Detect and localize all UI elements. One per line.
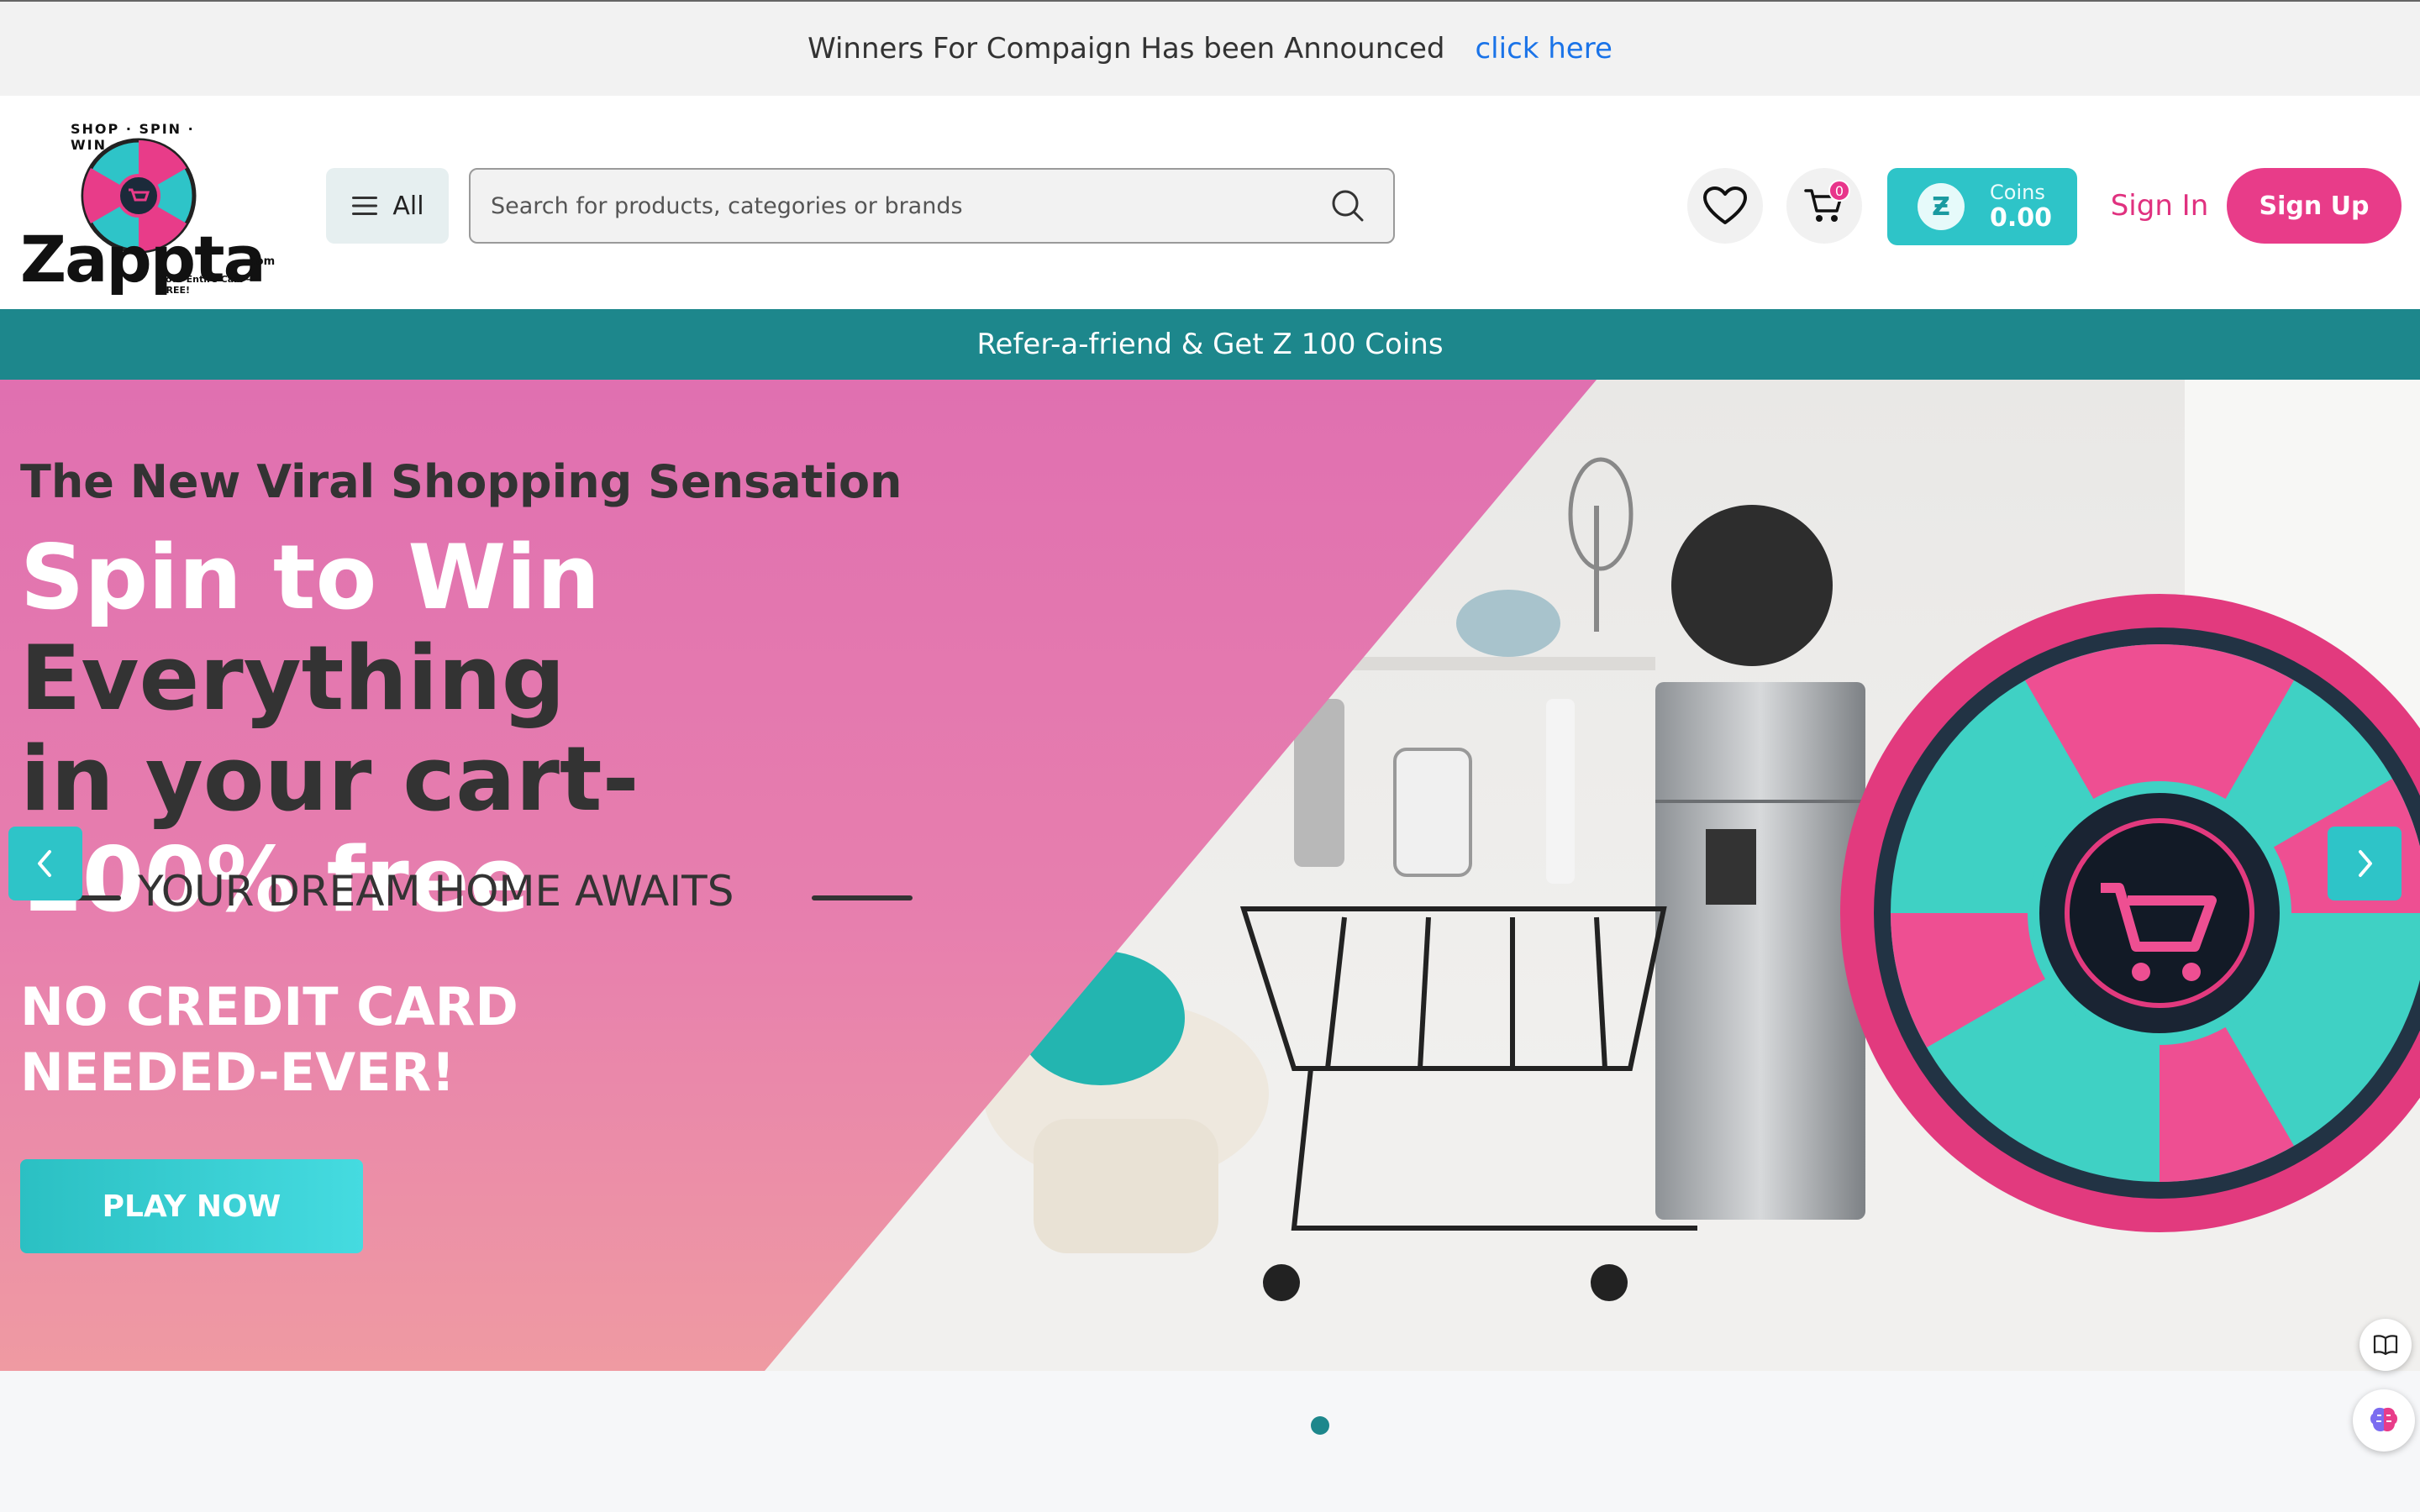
- chevron-left-icon: [38, 850, 51, 877]
- announcement-message: Winners For Compaign Has been Announced: [808, 32, 1445, 66]
- coins-label: Coins: [1990, 181, 2045, 205]
- carousel-dot-active[interactable]: [1311, 1416, 1329, 1435]
- announcement-link[interactable]: click here: [1475, 32, 1612, 66]
- chevron-right-icon: [2359, 850, 2372, 877]
- announcement-bar: Winners For Compaign Has been Announced …: [0, 0, 2420, 96]
- hero-dream-text: YOUR DREAM HOME AWAITS: [138, 867, 734, 916]
- search-button[interactable]: [1323, 181, 1373, 231]
- divider: [812, 895, 913, 900]
- hero-carousel: The New Viral Shopping Sensation Spin to…: [0, 380, 2420, 1371]
- sign-up-button[interactable]: Sign Up: [2227, 168, 2402, 244]
- refer-banner[interactable]: Refer-a-friend & Get Z 100 Coins: [0, 309, 2420, 380]
- book-icon: [2373, 1335, 2398, 1356]
- hero-headline-part2: Everything: [20, 627, 566, 730]
- logo-arc-text: SHOP · SPIN · WIN: [71, 121, 195, 153]
- all-categories-button[interactable]: All: [326, 168, 449, 244]
- reader-button[interactable]: [2360, 1319, 2412, 1371]
- brain-icon: [2370, 1407, 2397, 1432]
- search-bar: [469, 168, 1395, 244]
- coin-icon: Ƶ: [1918, 183, 1965, 230]
- search-input[interactable]: [471, 192, 1323, 220]
- hero-headline-part1: Spin to Win: [20, 526, 601, 629]
- hero-no-credit-card: NO CREDIT CARD NEEDED-EVER!: [20, 974, 518, 1105]
- search-icon: [1332, 190, 1364, 222]
- carousel-prev-button[interactable]: [8, 827, 82, 900]
- heart-icon: [1703, 186, 1747, 224]
- menu-icon: [352, 197, 378, 215]
- carousel-next-button[interactable]: [2328, 827, 2402, 900]
- logo-tagline: Your Entire Cart — FREE!: [160, 274, 255, 296]
- logo[interactable]: SHOP · SPIN · WIN Zappta .com Your Entir…: [20, 121, 281, 297]
- hero-nocc-line1: NO CREDIT CARD: [20, 976, 518, 1037]
- play-now-button[interactable]: PLAY NOW: [20, 1159, 363, 1253]
- logo-suffix: .com: [245, 255, 276, 268]
- ai-assistant-button[interactable]: [2353, 1389, 2415, 1452]
- hero-subtitle: The New Viral Shopping Sensation: [20, 455, 902, 508]
- coins-button[interactable]: Ƶ Coins 0.00: [1887, 168, 2077, 245]
- sign-in-link[interactable]: Sign In: [2101, 168, 2218, 244]
- cart-button[interactable]: 0: [1786, 168, 1862, 244]
- hero-nocc-line2: NEEDED-EVER!: [20, 1042, 455, 1103]
- hero-dream-tagline: YOUR DREAM HOME AWAITS: [20, 867, 913, 926]
- cart-count-badge: 0: [1828, 180, 1850, 202]
- coins-value: 0.00: [1990, 202, 2053, 233]
- hero-headline-part3: in your cart-: [20, 727, 639, 831]
- refer-text: Refer-a-friend & Get Z 100 Coins: [976, 328, 1444, 361]
- site-header: SHOP · SPIN · WIN Zappta .com Your Entir…: [0, 96, 2420, 309]
- all-categories-label: All: [392, 191, 424, 221]
- wishlist-button[interactable]: [1687, 168, 1763, 244]
